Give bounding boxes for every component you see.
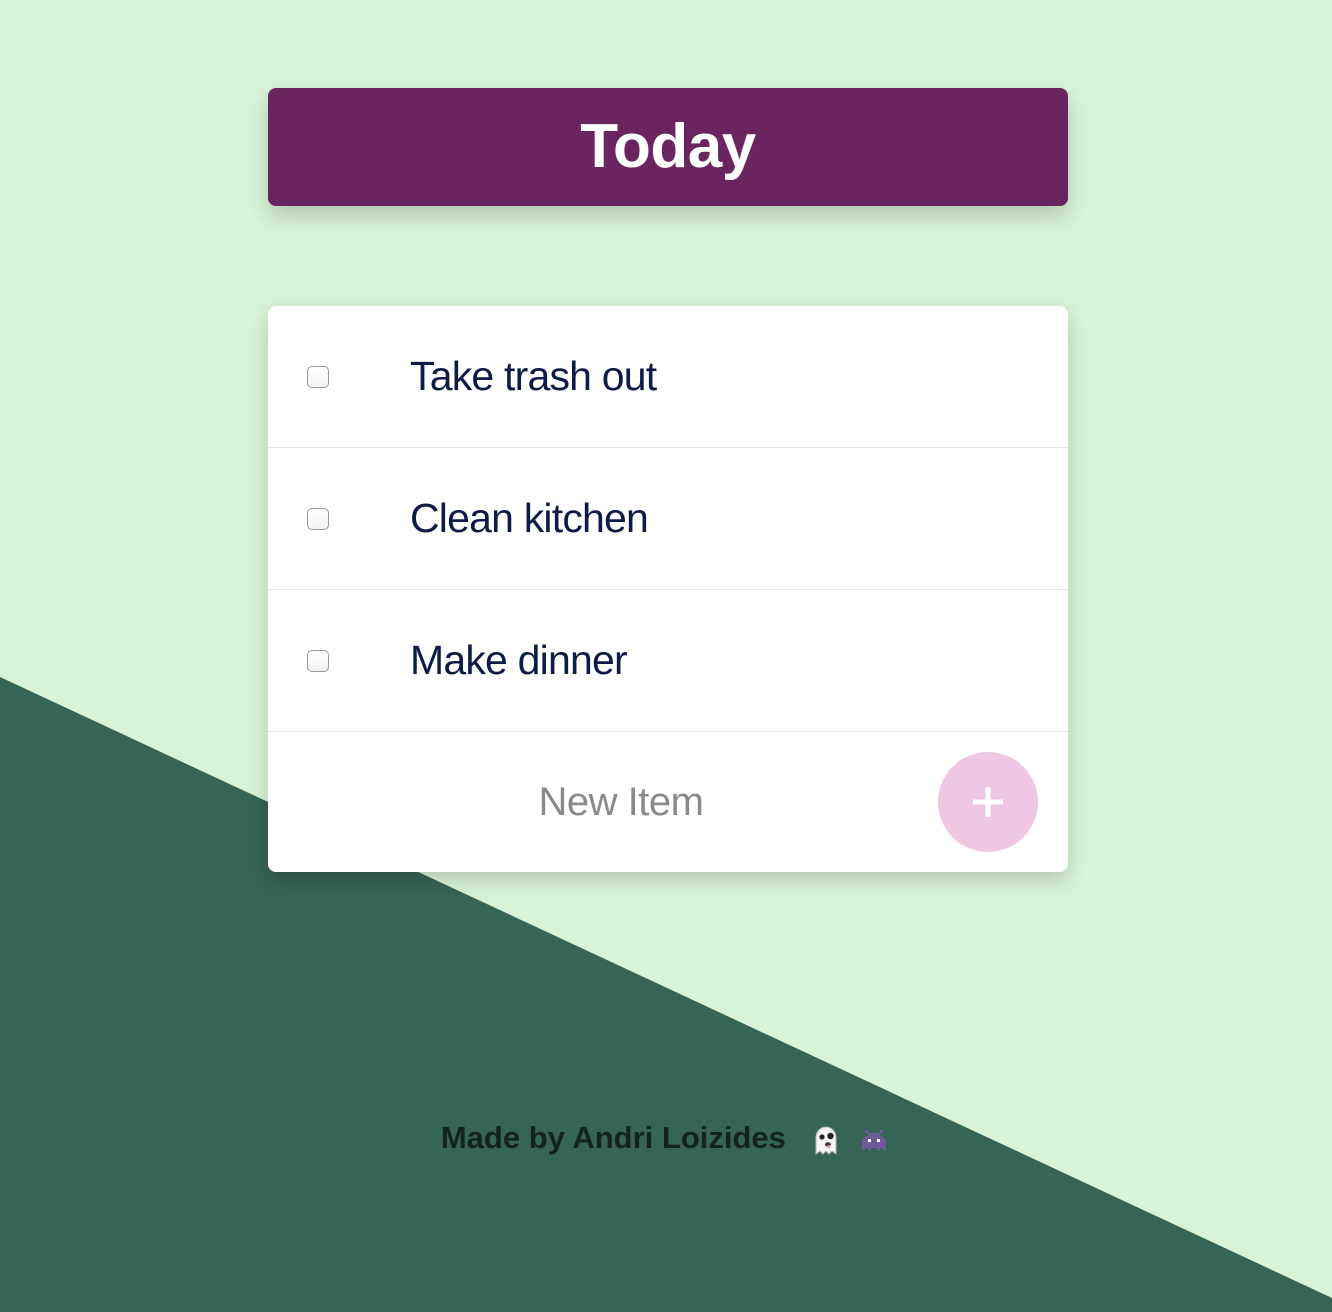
page-header: Today	[268, 88, 1068, 206]
footer: Made by Andri Loizides	[0, 1120, 1332, 1158]
footer-credit: Made by Andri Loizides	[440, 1120, 786, 1155]
todo-checkbox[interactable]	[307, 365, 329, 388]
todo-checkbox[interactable]	[307, 507, 329, 530]
todo-item: Clean kitchen	[268, 448, 1068, 590]
new-item-row	[268, 732, 1068, 872]
todo-checkbox[interactable]	[307, 649, 329, 672]
page-title: Today	[580, 111, 756, 181]
todo-item: Take trash out	[268, 306, 1068, 448]
todo-list-card: Take trash out Clean kitchen Make dinner	[268, 306, 1068, 872]
add-item-button[interactable]	[938, 752, 1038, 852]
todo-item-label: Clean kitchen	[410, 495, 649, 541]
todo-item-label: Make dinner	[410, 637, 628, 683]
todo-item: Make dinner	[268, 590, 1068, 732]
todo-item-label: Take trash out	[410, 353, 657, 399]
alien-monster-icon	[862, 1130, 887, 1152]
plus-icon	[973, 787, 1003, 817]
new-item-input[interactable]	[268, 732, 974, 872]
ghost-icon	[815, 1126, 837, 1156]
